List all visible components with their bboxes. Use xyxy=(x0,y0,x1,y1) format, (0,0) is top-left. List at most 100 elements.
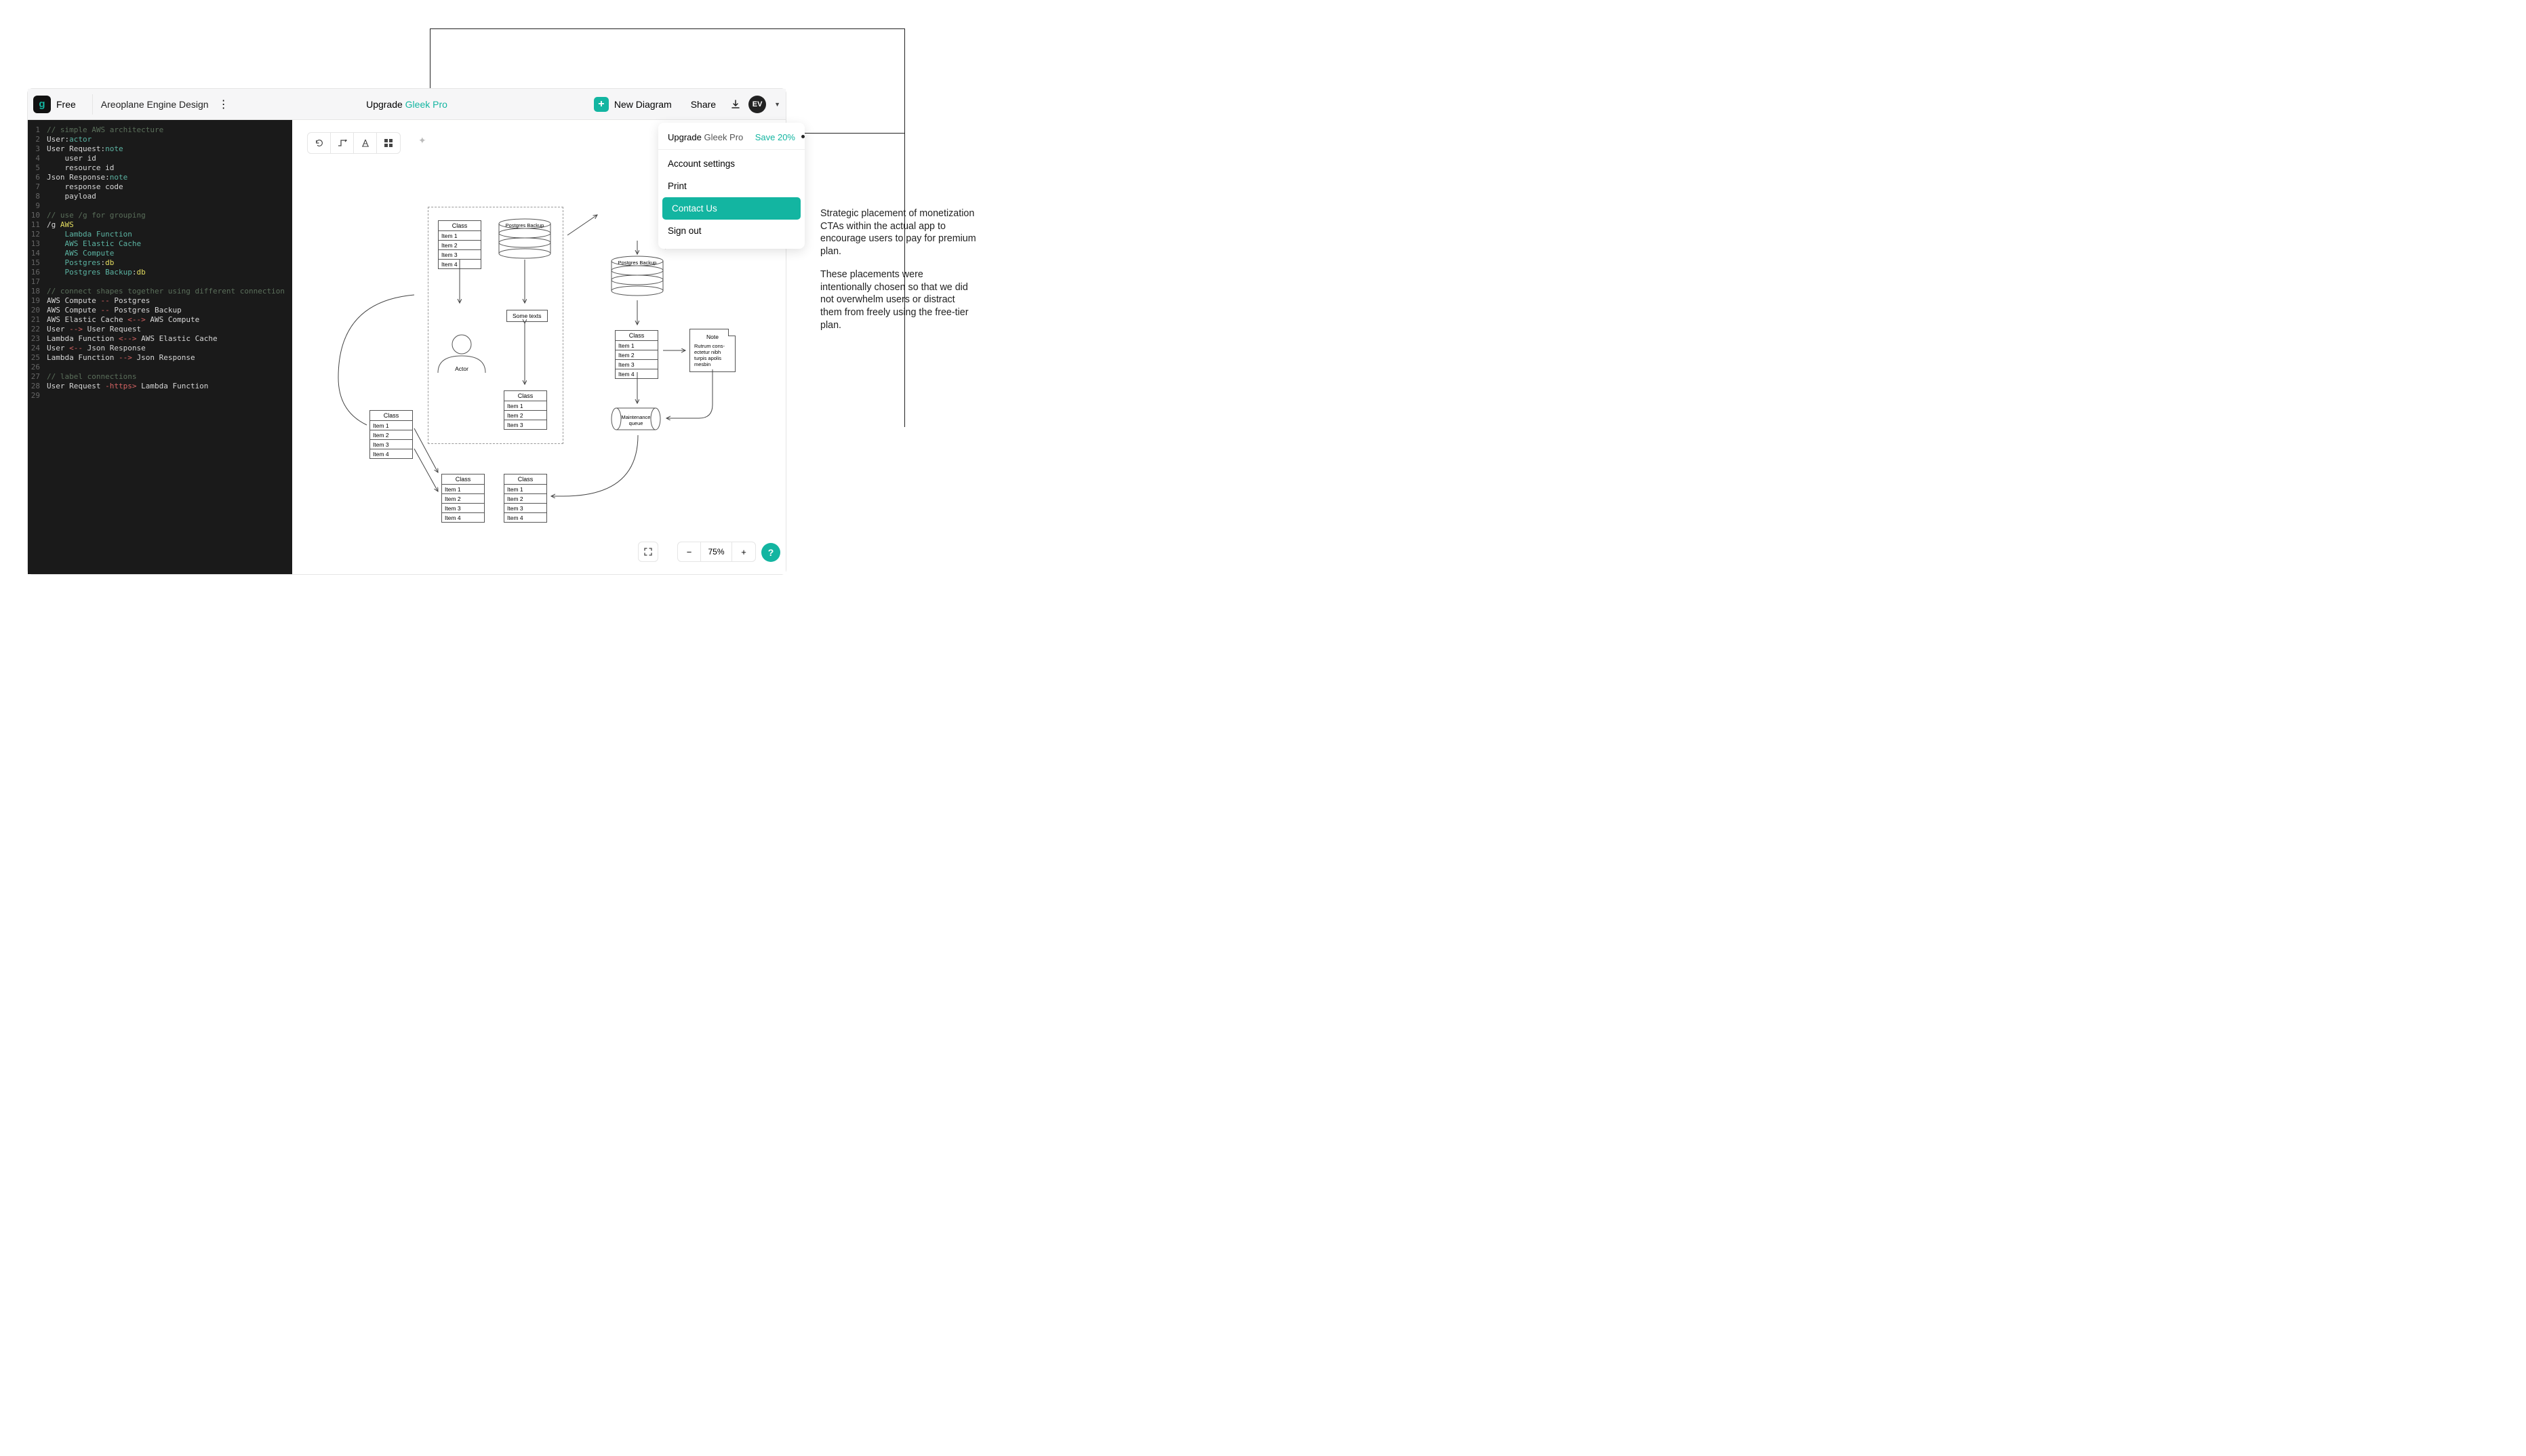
cylinder-label: Postgres Backup xyxy=(611,260,664,266)
code-token: Postgres xyxy=(114,296,150,306)
code-token: -- xyxy=(100,296,114,306)
queue-cylinder[interactable]: Maintenance queue xyxy=(611,407,661,430)
code-token: // label connections xyxy=(47,372,136,382)
line-number: 2 xyxy=(28,135,47,144)
line-number: 26 xyxy=(28,363,47,372)
class-box-row: Item 3 xyxy=(616,360,658,369)
class-box[interactable]: Class Item 1 Item 2 Item 3 Item 4 xyxy=(615,330,658,379)
dropdown-upgrade-item[interactable]: Upgrade Gleek Pro Save 20% xyxy=(658,125,805,150)
code-line: 6Json Response:note xyxy=(28,173,292,182)
class-box-row: Item 2 xyxy=(504,494,546,504)
plan-tier-badge: Free xyxy=(56,99,76,110)
actor-shape[interactable]: Actor xyxy=(435,334,489,377)
topbar: g Free Areoplane Engine Design ⋮ Upgrade… xyxy=(28,89,786,120)
code-token: : xyxy=(65,135,70,144)
database-cylinder[interactable]: Postgres Backup xyxy=(611,256,664,296)
line-number: 4 xyxy=(28,154,47,163)
code-token: /g xyxy=(47,220,60,230)
class-box[interactable]: Class Item 1 Item 2 Item 3 xyxy=(504,390,547,430)
dropdown-account-settings[interactable]: Account settings xyxy=(658,153,805,175)
tool-refresh-icon[interactable] xyxy=(308,133,331,153)
code-line: 16 Postgres Backup:db xyxy=(28,268,292,277)
class-box[interactable]: Class Item 1 Item 2 Item 3 Item 4 xyxy=(438,220,481,269)
tool-connector-icon[interactable] xyxy=(331,133,354,153)
line-number: 5 xyxy=(28,163,47,173)
zoom-controls: − 75% + xyxy=(677,542,756,562)
class-box-row: Item 3 xyxy=(442,504,484,513)
user-avatar[interactable]: EV xyxy=(748,96,766,113)
app-window: g Free Areoplane Engine Design ⋮ Upgrade… xyxy=(27,88,786,575)
callout-dot xyxy=(801,135,805,138)
fullscreen-button[interactable] xyxy=(638,542,658,562)
app-logo[interactable]: g xyxy=(33,96,51,113)
code-token: Lambda Function xyxy=(141,382,208,391)
code-token: <--> xyxy=(119,334,141,344)
code-token: <-- xyxy=(69,344,87,353)
code-token: --> xyxy=(119,353,137,363)
dropdown-sign-out[interactable]: Sign out xyxy=(658,220,805,242)
share-button[interactable]: Share xyxy=(684,96,723,113)
canvas-toolbar xyxy=(307,132,401,154)
class-box-header: Class xyxy=(442,474,484,485)
annotation-callout-line xyxy=(426,28,434,88)
class-box-header: Class xyxy=(370,411,412,421)
line-number: 13 xyxy=(28,239,47,249)
code-line: 5 resource id xyxy=(28,163,292,173)
code-editor[interactable]: 1// simple AWS architecture2User:actor3U… xyxy=(28,120,292,574)
code-token: AWS Compute xyxy=(47,249,114,258)
new-diagram-button[interactable]: + New Diagram xyxy=(591,94,679,115)
line-number: 23 xyxy=(28,334,47,344)
code-token: // connect shapes together using differe… xyxy=(47,287,285,296)
line-number: 15 xyxy=(28,258,47,268)
help-button[interactable]: ? xyxy=(761,543,780,562)
class-box-row: Item 3 xyxy=(504,504,546,513)
separator xyxy=(92,94,93,115)
class-box[interactable]: Class Item 1 Item 2 Item 3 Item 4 xyxy=(504,474,547,523)
download-icon[interactable] xyxy=(728,97,743,112)
doc-menu-kebab-icon[interactable]: ⋮ xyxy=(218,98,230,111)
line-number: 1 xyxy=(28,125,47,135)
cylinder-label: Maintenance queue xyxy=(615,414,657,426)
code-token: User xyxy=(47,325,69,334)
class-box-row: Item 1 xyxy=(616,341,658,350)
class-box-row: Item 3 xyxy=(370,440,412,449)
code-line: 13 AWS Elastic Cache xyxy=(28,239,292,249)
chevron-down-icon[interactable]: ▼ xyxy=(774,101,780,108)
class-box[interactable]: Class Item 1 Item 2 Item 3 Item 4 xyxy=(369,410,413,459)
code-line: 28User Request -https> Lambda Function xyxy=(28,382,292,391)
class-box-row: Item 3 xyxy=(504,420,546,429)
document-title[interactable]: Areoplane Engine Design xyxy=(101,99,209,110)
zoom-in-button[interactable]: + xyxy=(732,542,755,562)
database-cylinder[interactable]: Postgres Backup xyxy=(498,218,551,259)
code-line: 7 response code xyxy=(28,182,292,192)
code-line: 2User:actor xyxy=(28,135,292,144)
code-line: 8 payload xyxy=(28,192,292,201)
text-box[interactable]: Some texts xyxy=(506,310,548,322)
note-shape[interactable]: Note Rutrum cons- ectetur nibh turpis ap… xyxy=(689,329,736,372)
code-token: Lambda Function xyxy=(47,230,132,239)
line-number: 16 xyxy=(28,268,47,277)
note-body: Rutrum cons- ectetur nibh turpis apolis … xyxy=(694,343,731,367)
dropdown-print[interactable]: Print xyxy=(658,175,805,197)
zoom-out-button[interactable]: − xyxy=(678,542,701,562)
upgrade-cta[interactable]: Upgrade Gleek Pro xyxy=(366,99,447,110)
dropdown-contact-us[interactable]: Contact Us xyxy=(662,197,801,220)
line-number: 9 xyxy=(28,201,47,211)
class-box[interactable]: Class Item 1 Item 2 Item 3 Item 4 xyxy=(441,474,485,523)
line-number: 12 xyxy=(28,230,47,239)
code-token: // simple AWS architecture xyxy=(47,125,163,135)
line-number: 17 xyxy=(28,277,47,287)
code-line: 27// label connections xyxy=(28,372,292,382)
code-token: Postgres Backup xyxy=(114,306,181,315)
tool-grid-icon[interactable] xyxy=(377,133,400,153)
class-box-row: Item 2 xyxy=(370,430,412,440)
class-box-header: Class xyxy=(504,474,546,485)
code-line: 24User <-- Json Response xyxy=(28,344,292,353)
code-line: 19AWS Compute -- Postgres xyxy=(28,296,292,306)
line-number: 19 xyxy=(28,296,47,306)
code-token: db xyxy=(136,268,145,277)
tool-text-icon[interactable] xyxy=(354,133,377,153)
class-box-row: Item 4 xyxy=(442,513,484,522)
class-box-row: Item 1 xyxy=(439,231,481,241)
sparkle-icon[interactable]: ✦ xyxy=(418,135,426,146)
